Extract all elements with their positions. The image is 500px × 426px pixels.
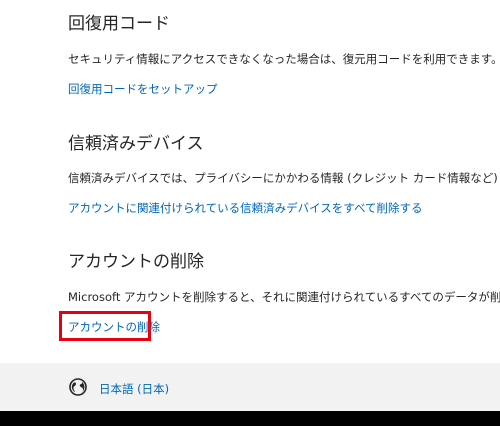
language-selector-link[interactable]: 日本語 (日本) [99,381,169,397]
recovery-code-heading: 回復用コード [68,14,170,34]
security-settings-content: 回復用コード セキュリティ情報にアクセスできなくなった場合は、復元用コードを利用… [0,0,500,363]
delete-account-link[interactable]: アカウントの削除 [68,319,160,335]
globe-icon [69,378,87,396]
setup-recovery-code-link[interactable]: 回復用コードをセットアップ [68,81,218,97]
delete-account-heading: アカウントの削除 [68,252,204,272]
trusted-devices-description: 信頼済みデバイスでは、プライバシーにかかわる情報 (クレジット カード情報など)… [68,171,500,185]
remove-trusted-devices-link[interactable]: アカウントに関連付けられている信頼済みデバイスをすべて削除する [68,200,423,216]
page: 回復用コード セキュリティ情報にアクセスできなくなった場合は、復元用コードを利用… [0,0,500,426]
delete-account-description: Microsoft アカウントを削除すると、それに関連付けられているすべてのデー… [68,290,500,304]
recovery-code-description: セキュリティ情報にアクセスできなくなった場合は、復元用コードを利用できます。復元… [68,52,500,66]
trusted-devices-heading: 信頼済みデバイス [68,134,204,154]
